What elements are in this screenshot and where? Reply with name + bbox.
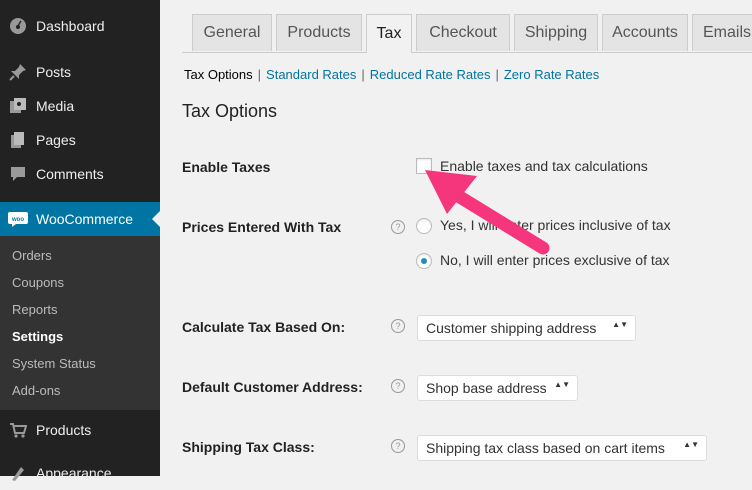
subsection-link-zero-rate-rates[interactable]: Zero Rate Rates: [504, 67, 599, 82]
menu-item-label: Dashboard: [36, 18, 105, 34]
subsection-current: Tax Options: [184, 67, 253, 82]
menu-item-label: WooCommerce: [36, 211, 133, 227]
menu-item-label: Appearance: [36, 465, 112, 481]
tax-subsections: Tax Options | Standard Rates | Reduced Rate …: [184, 67, 599, 82]
calculate-tax-label: Calculate Tax Based On:: [182, 319, 346, 335]
select-arrows-icon: ▲▼: [683, 440, 699, 449]
help-icon[interactable]: ?: [391, 220, 405, 234]
menu-item-label: Comments: [36, 166, 104, 182]
comment-icon: [8, 164, 28, 184]
select-value: Customer shipping address: [426, 320, 597, 336]
annotation-arrow-icon: [425, 170, 550, 255]
menu-item-label: Products: [36, 422, 92, 438]
menu-item-label: Posts: [36, 64, 72, 80]
select-arrows-icon: ▲▼: [554, 380, 570, 389]
menu-item-appearance[interactable]: Appearance: [0, 456, 160, 490]
settings-tabs: General Products Tax Checkout Shipping A…: [182, 14, 752, 53]
tab-tax[interactable]: Tax: [366, 14, 412, 53]
submenu-item-system-status[interactable]: System Status: [12, 356, 96, 371]
menu-item-media[interactable]: Media: [0, 89, 160, 123]
subsection-link-standard-rates[interactable]: Standard Rates: [266, 67, 356, 82]
menu-item-label: Pages: [36, 132, 76, 148]
shipping-tax-class-select[interactable]: Shipping tax class based on cart items ▲…: [417, 435, 707, 461]
select-arrows-icon: ▲▼: [612, 320, 628, 329]
default-address-label: Default Customer Address:: [182, 379, 363, 395]
help-icon[interactable]: ?: [391, 379, 405, 393]
media-icon: [8, 96, 28, 116]
select-value: Shop base address: [426, 380, 547, 396]
calculate-tax-select[interactable]: Customer shipping address ▲▼: [417, 315, 636, 341]
pin-icon: [8, 62, 28, 82]
submenu-item-orders[interactable]: Orders: [12, 248, 52, 263]
tab-accounts[interactable]: Accounts: [602, 14, 688, 51]
menu-item-posts[interactable]: Posts: [0, 55, 160, 89]
subsection-separator: |: [361, 67, 365, 82]
shipping-tax-class-label: Shipping Tax Class:: [182, 439, 315, 455]
admin-sidebar: Dashboard Posts Media Pages Comments woo…: [0, 0, 160, 481]
menu-item-products[interactable]: Products: [0, 413, 160, 447]
dashboard-icon: [8, 16, 28, 36]
svg-text:woo: woo: [11, 217, 24, 223]
pages-icon: [8, 130, 28, 150]
menu-item-label: Media: [36, 98, 75, 114]
help-icon[interactable]: ?: [391, 439, 405, 453]
menu-item-pages[interactable]: Pages: [0, 123, 160, 157]
tab-checkout[interactable]: Checkout: [416, 14, 510, 51]
submenu-item-coupons[interactable]: Coupons: [12, 275, 64, 290]
prices-entered-label: Prices Entered With Tax: [182, 219, 342, 235]
appearance-icon: [8, 463, 28, 483]
tab-shipping[interactable]: Shipping: [514, 14, 598, 51]
help-icon[interactable]: ?: [391, 319, 405, 333]
select-value: Shipping tax class based on cart items: [426, 440, 665, 456]
woocommerce-submenu: Orders Coupons Reports Settings System S…: [0, 236, 160, 410]
menu-item-dashboard[interactable]: Dashboard: [0, 9, 160, 43]
submenu-item-reports[interactable]: Reports: [12, 302, 58, 317]
default-address-select[interactable]: Shop base address ▲▼: [417, 375, 578, 401]
submenu-item-settings[interactable]: Settings: [12, 329, 63, 344]
subsection-link-reduced-rate-rates[interactable]: Reduced Rate Rates: [370, 67, 491, 82]
woocommerce-icon: woo: [8, 209, 28, 229]
enable-taxes-label: Enable Taxes: [182, 159, 271, 175]
subsection-separator: |: [495, 67, 499, 82]
submenu-item-add-ons[interactable]: Add-ons: [12, 383, 60, 398]
menu-item-comments[interactable]: Comments: [0, 157, 160, 191]
tab-products[interactable]: Products: [276, 14, 362, 51]
menu-item-woocommerce[interactable]: woo WooCommerce: [0, 202, 160, 236]
products-icon: [8, 420, 28, 440]
subsection-separator: |: [257, 67, 262, 82]
section-title: Tax Options: [182, 101, 278, 121]
tab-general[interactable]: General: [192, 14, 272, 51]
tab-emails[interactable]: Emails: [692, 14, 752, 51]
